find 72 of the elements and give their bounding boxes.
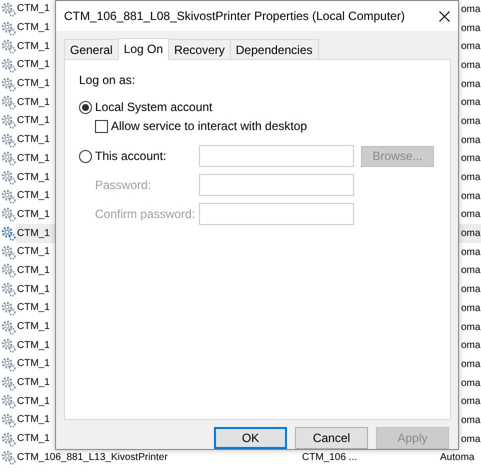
- input-field[interactable]: [199, 145, 354, 167]
- table-cell: oma: [461, 78, 480, 90]
- tab[interactable]: Log On: [118, 38, 170, 60]
- table-cell: oma: [461, 116, 480, 127]
- service-name: CTM_1: [17, 414, 50, 426]
- checkbox[interactable]: [95, 120, 108, 132]
- service-name: CTM_1: [17, 3, 50, 16]
- table-cell: oma: [461, 265, 480, 276]
- table-cell: oma: [461, 322, 480, 333]
- table-cell: oma: [461, 4, 480, 15]
- dialog-button[interactable]: OK: [214, 427, 287, 449]
- service-name: CTM_1: [17, 96, 50, 109]
- table-cell: oma: [461, 378, 480, 389]
- table-cell: oma: [461, 60, 480, 71]
- service-name: CTM_1: [17, 377, 50, 390]
- tab[interactable]: Dependencies: [230, 39, 318, 59]
- table-cell: oma: [461, 358, 480, 370]
- service-name: CTM_1: [17, 22, 50, 34]
- service-name: CTM_1: [17, 340, 50, 352]
- tab[interactable]: General: [64, 39, 119, 59]
- service-name: CTM_1: [17, 78, 50, 90]
- field-label: Password:: [95, 178, 152, 192]
- table-cell: oma: [461, 22, 480, 34]
- service-name: CTM_1: [17, 264, 50, 277]
- service-name: CTM_106_881_L13_KivostPrinter: [17, 452, 168, 464]
- table-cell: oma: [461, 209, 480, 220]
- service-name: CTM_1: [17, 190, 50, 202]
- input-field[interactable]: [199, 174, 354, 196]
- service-name: CTM_1: [17, 59, 50, 72]
- table-cell: oma: [461, 396, 480, 408]
- input-field[interactable]: [199, 203, 354, 225]
- table-cell: oma: [461, 246, 480, 258]
- radio-button[interactable]: [79, 100, 92, 114]
- service-name: CTM_1: [17, 172, 50, 184]
- tab[interactable]: Recovery: [168, 39, 231, 59]
- table-cell: oma: [461, 284, 480, 296]
- table-cell: CTM_106 ...: [302, 452, 358, 464]
- service-name: CTM_1: [17, 396, 50, 408]
- table-cell: oma: [461, 414, 480, 426]
- service-name: CTM_1: [17, 152, 50, 165]
- service-name: CTM_1: [17, 115, 50, 128]
- service-name: CTM_1: [17, 134, 50, 146]
- gear-icon: [1, 226, 16, 242]
- close-icon[interactable]: [439, 10, 450, 22]
- table-cell: Automa: [440, 452, 474, 464]
- table-cell: oma: [461, 97, 480, 108]
- window-title: CTM_106_881_L08_SkivostPrinter Properties (Local Computer): [64, 9, 405, 23]
- service-name: CTM_1: [17, 302, 50, 314]
- dialog-button[interactable]: Cancel: [295, 427, 368, 449]
- service-name: CTM_1: [17, 358, 50, 370]
- table-cell: oma: [461, 172, 480, 184]
- radio-button[interactable]: [79, 150, 92, 162]
- table-cell: oma: [461, 134, 480, 146]
- service-name: CTM_1: [17, 246, 50, 258]
- service-name: CTM_1: [17, 208, 50, 221]
- table-cell: oma: [461, 41, 480, 52]
- table-cell: oma: [461, 302, 480, 314]
- radio-label: Local System account: [95, 100, 212, 114]
- field-label: Confirm password:: [95, 207, 196, 221]
- table-cell: oma: [461, 190, 480, 202]
- service-name: CTM_1: [17, 321, 50, 334]
- service-name: CTM_1: [17, 40, 50, 53]
- service-name: CTM_1: [17, 284, 50, 296]
- table-cell: oma: [461, 340, 480, 352]
- radio-label: This account:: [95, 149, 168, 163]
- table-cell: oma: [461, 228, 480, 240]
- service-name: CTM_1: [17, 228, 50, 240]
- table-cell: oma: [461, 153, 480, 164]
- group-label: Log on as:: [79, 73, 136, 87]
- service-name: CTM_1: [17, 433, 50, 446]
- table-cell: oma: [461, 434, 480, 445]
- checkbox-label: Allow service to interact with desktop: [111, 119, 308, 133]
